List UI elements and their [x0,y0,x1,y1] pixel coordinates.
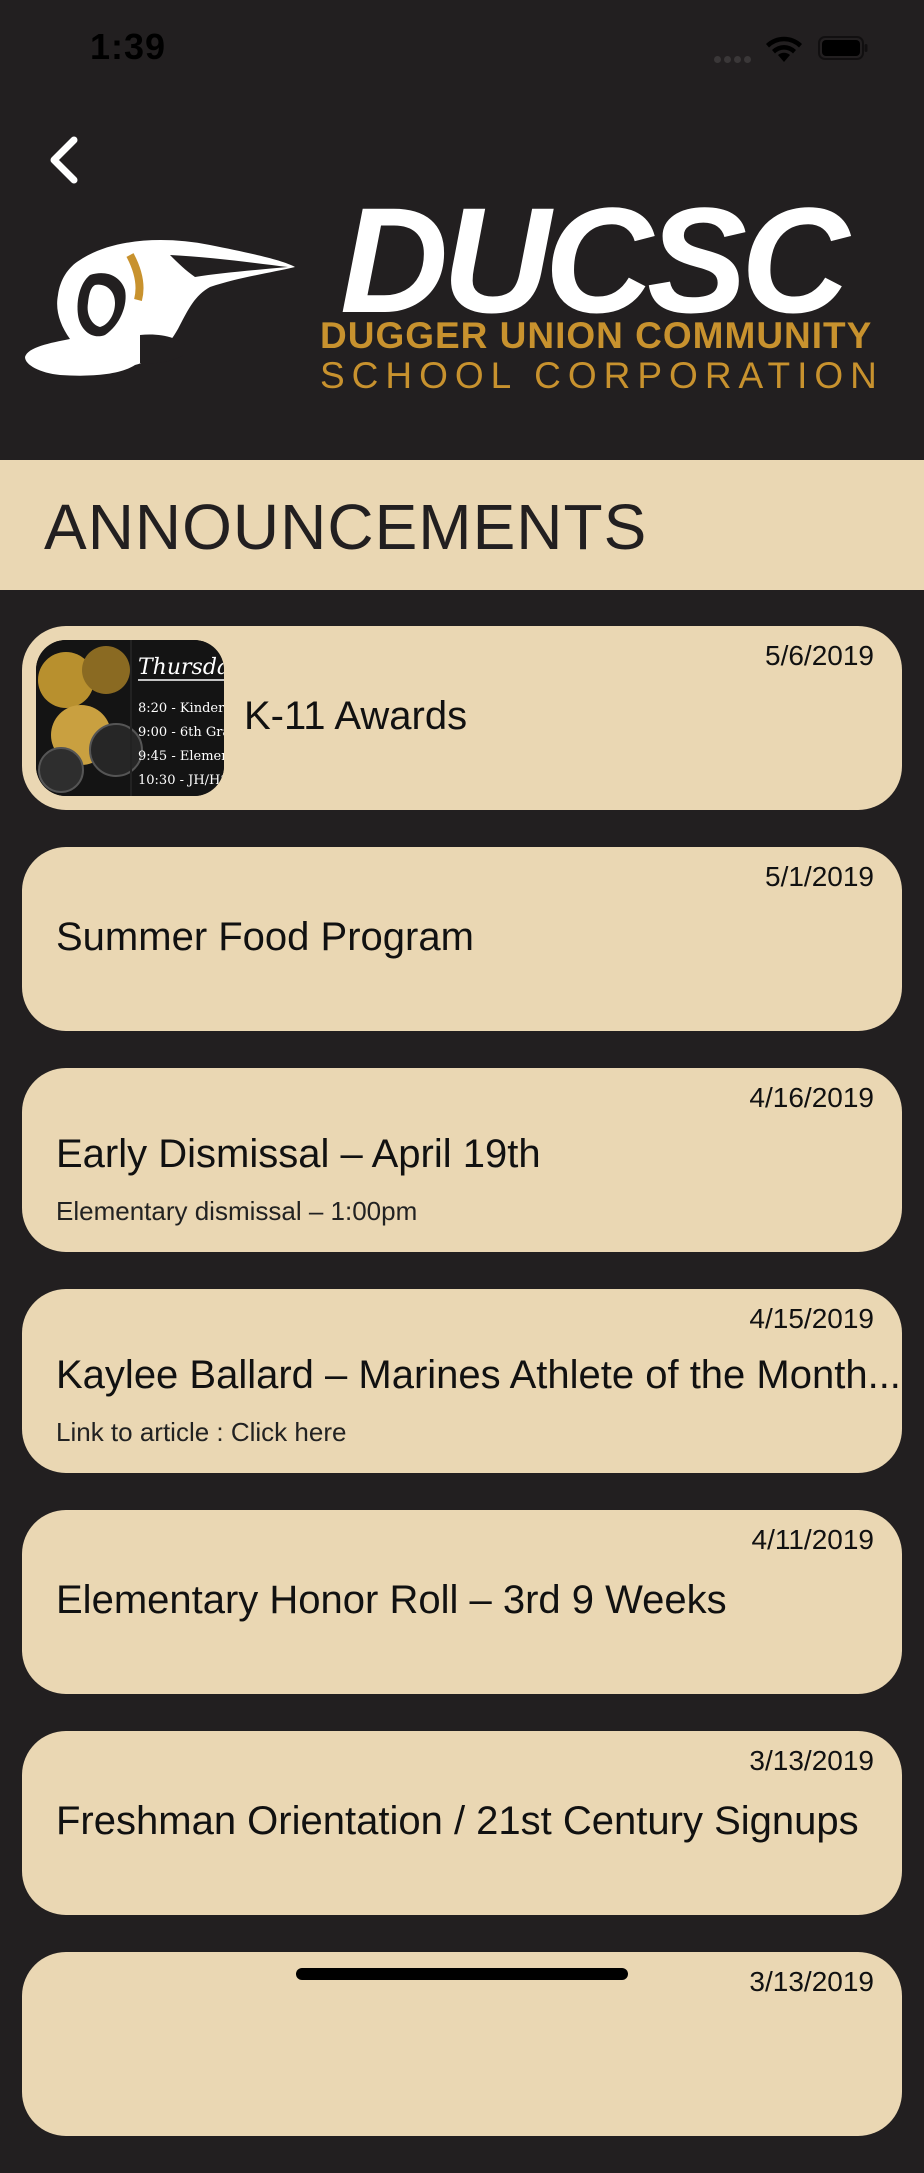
announcement-date: 4/15/2019 [749,1303,874,1334]
back-chevron-icon[interactable] [40,130,90,190]
announcement-title: Early Dismissal – April 19th [56,1132,541,1176]
announcement-date: 3/13/2019 [749,1745,874,1776]
announcement-title: K-11 Awards [244,694,468,738]
thumbnail-text-line: 9:45 - Element [138,749,224,764]
thumbnail-text-line: 8:20 - Kinderg [138,701,224,716]
announcement-title: Elementary Honor Roll – 3rd 9 Weeks [56,1578,727,1622]
status-bar: 1:39 [0,0,924,100]
announcement-card[interactable]: 3/13/2019 Freshman Orientation / 21st Ce… [22,1731,902,1915]
announcement-date: 4/16/2019 [749,1082,874,1113]
thumbnail-text-line: 9:00 - 6th Grad [138,725,224,740]
announcements-list: Thursday 8:20 - Kinderg 9:00 - 6th Grad … [22,626,902,2173]
announcement-title: Freshman Orientation / 21st Century Sign… [56,1799,859,1843]
battery-icon [818,36,868,60]
announcement-thumbnail: Thursday 8:20 - Kinderg 9:00 - 6th Grad … [36,640,224,796]
page-title: ANNOUNCEMENTS [44,491,648,563]
announcement-card[interactable]: 4/15/2019 Kaylee Ballard – Marines Athle… [22,1289,902,1473]
thumbnail-text-heading: Thursday [138,655,224,680]
logo-tagline-line2: SCHOOL CORPORATION [320,355,884,396]
announcement-date: 3/13/2019 [749,1966,874,1997]
school-logo: DUCSC DUGGER UNION COMMUNITY SCHOOL CORP… [20,185,900,405]
bulldog-mascot-icon [25,240,295,376]
thumbnail-text-line: 10:30 - JH/HS [138,773,224,788]
announcement-subtitle: Elementary dismissal – 1:00pm [56,1196,418,1226]
logo-tagline-line1: DUGGER UNION COMMUNITY [320,315,873,356]
status-time: 1:39 [90,26,167,67]
announcement-subtitle: Link to article : Click here [56,1417,347,1447]
cellular-signal-icon [714,50,756,63]
home-indicator[interactable] [296,1968,628,1980]
announcement-card[interactable]: 4/16/2019 Early Dismissal – April 19th E… [22,1068,902,1252]
announcement-date: 4/11/2019 [751,1524,875,1555]
wifi-icon [766,36,802,62]
section-header: ANNOUNCEMENTS [0,460,924,590]
announcement-date: 5/6/2019 [765,640,874,671]
announcement-card[interactable]: 5/1/2019 Summer Food Program [22,847,902,1031]
logo-wordmark: DUCSC [340,176,849,344]
announcement-card[interactable]: Thursday 8:20 - Kinderg 9:00 - 6th Grad … [22,626,902,810]
announcement-title: Kaylee Ballard – Marines Athlete of the … [56,1353,901,1397]
announcement-date: 5/1/2019 [765,861,874,892]
announcement-title: Summer Food Program [56,915,474,959]
announcement-card[interactable]: 4/11/2019 Elementary Honor Roll – 3rd 9 … [22,1510,902,1694]
